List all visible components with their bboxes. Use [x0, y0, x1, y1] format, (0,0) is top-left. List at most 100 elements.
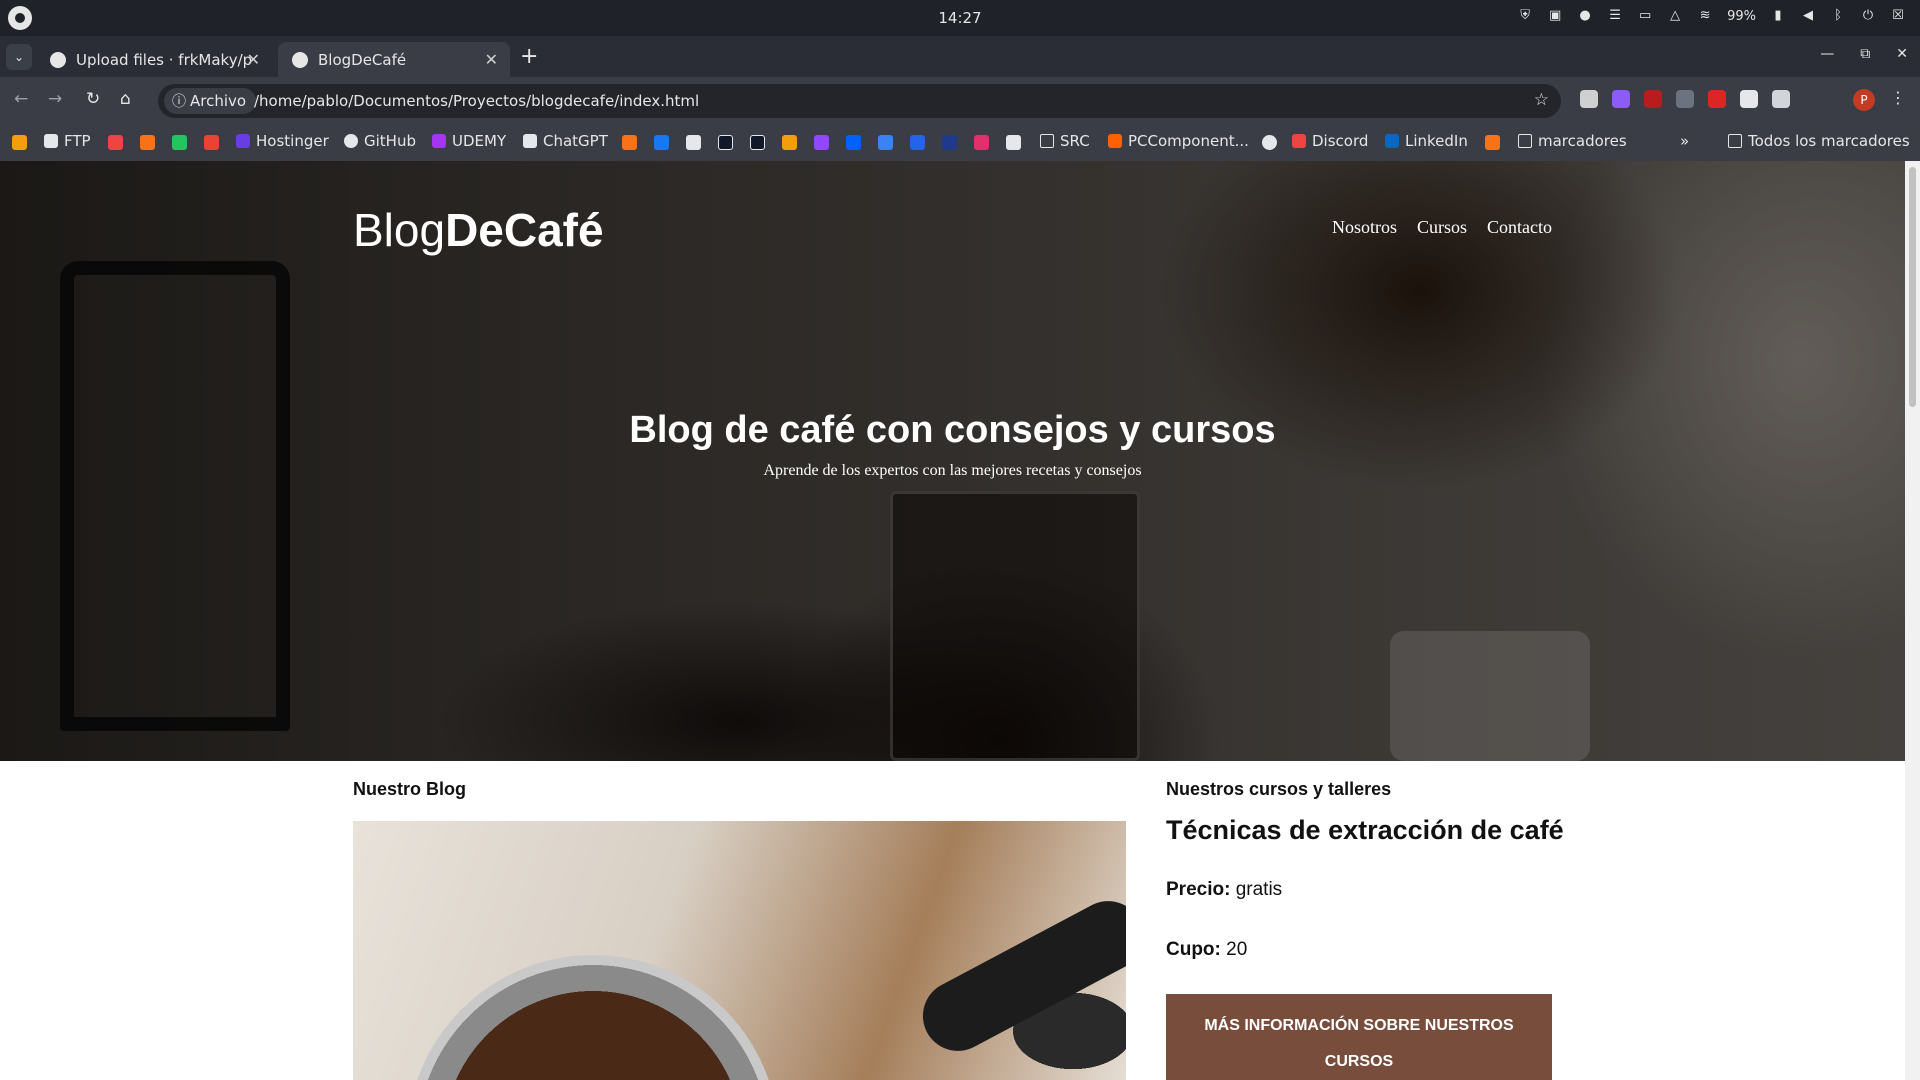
browser-toolbar: ← → ↻ ⌂ Archivo /home/pablo/Documentos/P…: [0, 77, 1920, 124]
tab-upload-files[interactable]: Upload files · frkMaky/p ✕: [36, 42, 272, 77]
amazon-icon[interactable]: [1006, 135, 1021, 150]
x-icon[interactable]: [718, 135, 733, 150]
course-price: Precio: gratis: [1166, 879, 1283, 900]
web-page: BlogDeCafé Nosotros Cursos Contacto Blog…: [0, 161, 1905, 1080]
forward-icon[interactable]: →: [48, 89, 62, 109]
wifi-icon[interactable]: ≋: [1697, 8, 1713, 24]
bookmark-icon[interactable]: [1485, 135, 1500, 150]
bookmark-ftp[interactable]: FTP: [44, 132, 91, 150]
more-info-courses-button[interactable]: Más información sobre nuestros cursos: [1166, 994, 1552, 1080]
extension-icon[interactable]: [1676, 90, 1694, 108]
apps-icon[interactable]: [12, 135, 27, 150]
bookmark-icon-m[interactable]: [622, 135, 637, 150]
bookmark-linkedin[interactable]: LinkedIn: [1385, 132, 1468, 150]
course-title: Técnicas de extracción de café: [1166, 815, 1564, 845]
bookmark-folder-todos[interactable]: Todos los marcadores: [1728, 132, 1910, 150]
github-icon: [50, 52, 66, 68]
site-nav: Nosotros Cursos Contacto: [1332, 217, 1552, 238]
blog-post-image[interactable]: [353, 821, 1126, 1080]
hero-title: Blog de café con consejos y cursos: [629, 409, 1276, 451]
bookmark-icon[interactable]: [1262, 135, 1277, 150]
linkedin-icon: [1385, 134, 1399, 148]
twitch-icon[interactable]: [814, 135, 829, 150]
minimize-icon[interactable]: —: [1820, 46, 1834, 62]
youtube-icon[interactable]: [108, 135, 123, 150]
shield-icon[interactable]: ⛨: [1517, 8, 1533, 24]
profile-avatar[interactable]: P: [1853, 89, 1875, 111]
system-bar: 14:27 ⛨ ▣ ● ☰ ▭ △ ≋ 99% ▮ ◀ ᛒ ⏻ ☒: [0, 0, 1920, 36]
more-bookmarks-icon[interactable]: »: [1680, 132, 1689, 150]
page-scrollbar[interactable]: [1905, 161, 1920, 1080]
reload-icon[interactable]: ↻: [86, 89, 100, 109]
bookmark-star-icon[interactable]: ☆: [1534, 90, 1549, 110]
bookmark-pccomponentes[interactable]: PCComponent...: [1108, 132, 1249, 150]
home-icon[interactable]: ⌂: [120, 89, 131, 109]
discord-icon: [1292, 134, 1306, 148]
course-capacity: Cupo: 20: [1166, 939, 1248, 960]
blog-heading: Nuestro Blog: [353, 779, 467, 799]
courses-heading: Nuestros cursos y talleres: [1166, 779, 1392, 799]
steam-icon[interactable]: [942, 135, 957, 150]
battery-icon[interactable]: ▮: [1770, 8, 1786, 24]
extension-icon[interactable]: [1708, 90, 1726, 108]
more-menu-icon[interactable]: ⋮: [1890, 88, 1906, 107]
close-window-icon[interactable]: ☒: [1890, 8, 1906, 24]
volume-icon[interactable]: ◀: [1800, 8, 1816, 24]
bookmark-icon[interactable]: [782, 135, 797, 150]
bookmark-chatgpt[interactable]: ChatGPT: [523, 132, 608, 150]
close-icon[interactable]: ✕: [247, 50, 260, 69]
bookmark-folder-src[interactable]: SRC: [1040, 132, 1090, 150]
nav-link-cursos[interactable]: Cursos: [1417, 217, 1467, 238]
battery-percent[interactable]: 99%: [1727, 9, 1756, 24]
bookmark-icon[interactable]: [910, 135, 925, 150]
bookmark-github[interactable]: GitHub: [344, 132, 416, 150]
github-icon: [344, 134, 358, 148]
extension-icon[interactable]: [1612, 90, 1630, 108]
globe-icon: [292, 52, 308, 68]
nav-link-nosotros[interactable]: Nosotros: [1332, 217, 1397, 238]
folder-icon: [1040, 134, 1054, 148]
power-icon[interactable]: ⏻: [1860, 8, 1876, 24]
bookmark-discord[interactable]: Discord: [1292, 132, 1368, 150]
close-window-icon[interactable]: ✕: [1896, 46, 1908, 62]
restore-icon[interactable]: ⧉: [1860, 46, 1870, 62]
bell-icon[interactable]: △: [1667, 8, 1683, 24]
folder-icon: [1518, 134, 1532, 148]
folder-icon[interactable]: ▭: [1637, 8, 1653, 24]
hero-overlay: [0, 161, 1905, 761]
gpu-icon[interactable]: ▣: [1547, 8, 1563, 24]
brave-icon[interactable]: [140, 135, 155, 150]
portafilter-handle: [910, 888, 1126, 1064]
record-icon[interactable]: ●: [1577, 8, 1593, 24]
bookmark-udemy[interactable]: UDEMY: [432, 132, 506, 150]
scrollbar-thumb[interactable]: [1909, 167, 1916, 407]
extension-icon[interactable]: [1644, 90, 1662, 108]
tab-search-button[interactable]: ⌄: [6, 44, 32, 70]
site-logo[interactable]: BlogDeCafé: [353, 203, 604, 257]
menu-icon[interactable]: ☰: [1607, 8, 1623, 24]
nav-link-contacto[interactable]: Contacto: [1487, 217, 1552, 238]
new-tab-button[interactable]: +: [520, 44, 538, 69]
url-text[interactable]: /home/pablo/Documentos/Proyectos/blogdec…: [254, 92, 699, 110]
extension-icon[interactable]: [1740, 90, 1758, 108]
bookmark-folder-marcadores[interactable]: marcadores: [1518, 132, 1627, 150]
close-icon[interactable]: ✕: [485, 50, 498, 69]
gmail-icon[interactable]: [204, 135, 219, 150]
bookmark-icon[interactable]: [750, 135, 765, 150]
site-info-chip[interactable]: Archivo: [164, 88, 257, 114]
wordpress-icon[interactable]: [878, 135, 893, 150]
bookmark-hostinger[interactable]: Hostinger: [236, 132, 329, 150]
bookmark-icon[interactable]: [686, 135, 701, 150]
tab-blogdecafe[interactable]: BlogDeCafé ✕: [278, 42, 510, 77]
drive-icon[interactable]: [172, 135, 187, 150]
eyedropper-icon[interactable]: [1580, 90, 1598, 108]
instagram-icon[interactable]: [974, 135, 989, 150]
address-bar[interactable]: Archivo /home/pablo/Documentos/Proyectos…: [158, 84, 1561, 118]
dropbox-icon[interactable]: [846, 135, 861, 150]
facebook-icon[interactable]: [654, 135, 669, 150]
back-icon[interactable]: ←: [14, 89, 28, 109]
udemy-icon: [432, 134, 446, 148]
puzzle-icon[interactable]: [1772, 90, 1790, 108]
folder-icon: [1728, 134, 1742, 148]
bluetooth-icon[interactable]: ᛒ: [1830, 8, 1846, 24]
